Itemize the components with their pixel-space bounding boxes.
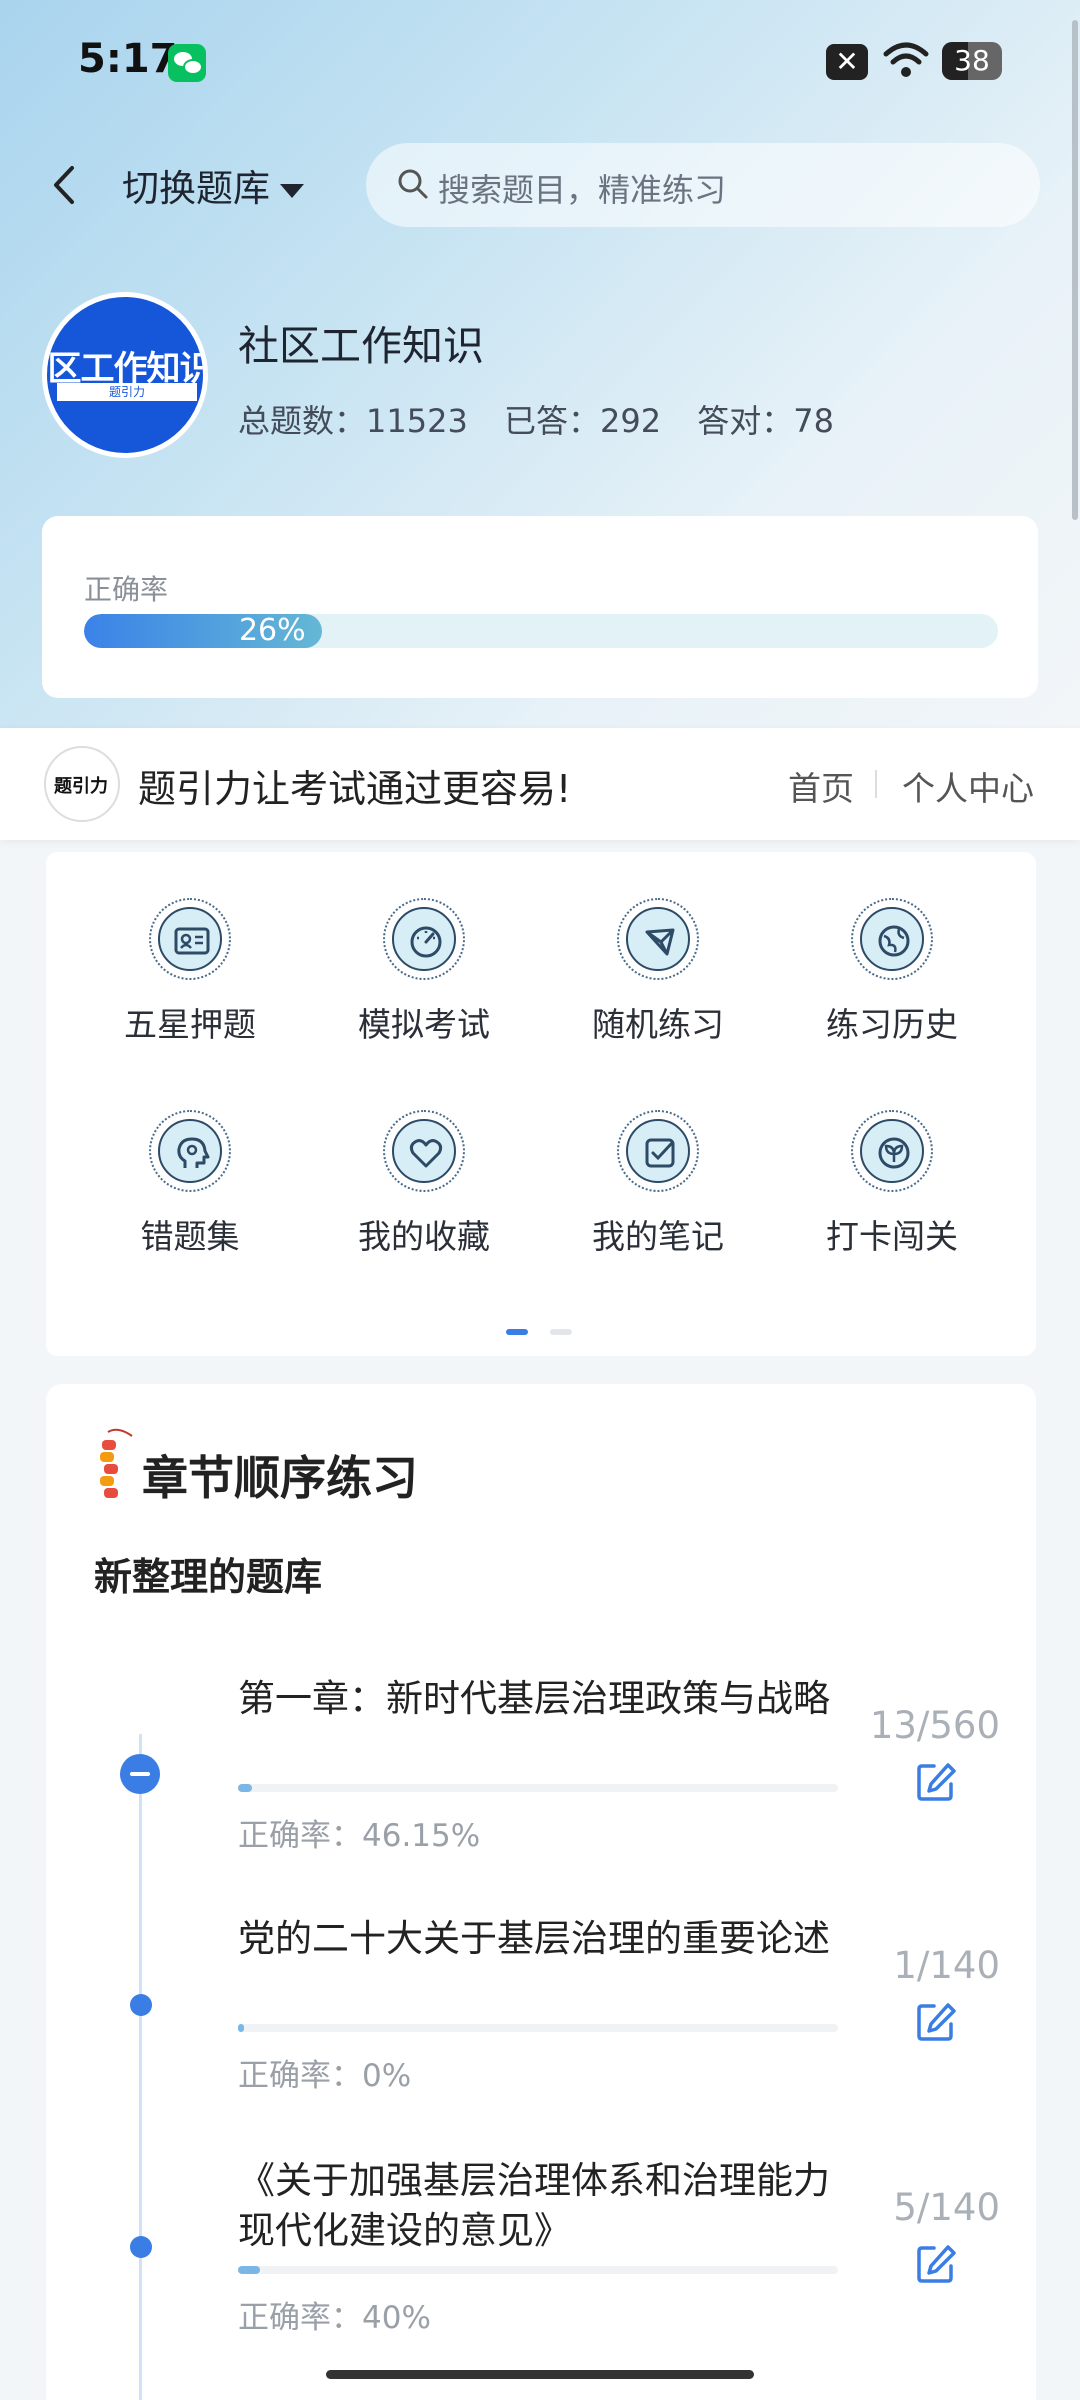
accuracy-progress-fill: 26%	[84, 614, 322, 648]
home-indicator[interactable]	[326, 2370, 754, 2379]
chapter-progress-bar	[238, 2024, 838, 2032]
menu-item-wrong-questions[interactable]: 错题集	[90, 1110, 290, 1258]
menu-label: 打卡闯关	[826, 1217, 958, 1256]
bank-stats: 总题数：11523 已答：292 答对：78	[238, 396, 860, 442]
menu-label: 我的笔记	[592, 1217, 724, 1256]
chapter-accuracy: 正确率：0%	[238, 2058, 412, 2094]
search-placeholder: 搜索题目，精准练习	[438, 171, 727, 209]
chapter-name: 党的二十大关于基层治理的重要论述	[238, 1917, 830, 1960]
timeline-node	[130, 2236, 152, 2258]
bank-subtitle-text: 新整理的题库	[94, 1555, 323, 1599]
page-dot	[550, 1329, 572, 1335]
chapter-count: 5/140	[893, 2186, 1000, 2229]
accuracy-card: 正确率 26%	[42, 516, 1038, 698]
menu-label: 错题集	[140, 1217, 240, 1256]
no-sim-icon: ✕	[826, 44, 868, 80]
menu-item-checkin[interactable]: 打卡闯关	[792, 1110, 992, 1258]
page-dot-active	[506, 1329, 528, 1335]
bank-subtitle: 新整理的题库	[94, 1546, 323, 1601]
chapter-accuracy: 正确率：40%	[238, 2300, 431, 2336]
menu-label: 模拟考试	[358, 1005, 490, 1044]
edit-icon[interactable]	[914, 2000, 958, 2044]
accuracy-label: 正确率	[84, 573, 169, 606]
menu-item-favorites[interactable]: 我的收藏	[324, 1110, 524, 1258]
edit-icon[interactable]	[914, 2242, 958, 2286]
search-input[interactable]: 搜索题目，精准练习	[366, 143, 1040, 227]
chapter-accuracy: 正确率：46.15%	[238, 1818, 481, 1854]
scrollbar[interactable]	[1072, 20, 1078, 520]
timeline-node	[130, 1994, 152, 2016]
sprout-icon	[851, 1110, 933, 1192]
chapter-name: 第一章：新时代基层治理政策与战略	[238, 1677, 830, 1720]
back-arrow-icon[interactable]	[40, 160, 90, 210]
brand-logo: 题引力	[44, 746, 120, 822]
menu-item-history[interactable]: 练习历史	[792, 898, 992, 1046]
menu-label: 五星押题	[124, 1005, 256, 1044]
brand-logo-text: 题引力	[54, 776, 108, 797]
bank-avatar: 区工作知识 题引力	[42, 292, 208, 458]
note-check-icon	[617, 1110, 699, 1192]
switch-bank-label: 切换题库	[122, 167, 270, 210]
chapter-section-title: 章节顺序练习	[142, 1451, 418, 1505]
status-bar: 5:17 ✕ 38	[0, 0, 1080, 130]
feature-menu: 五星押题 模拟考试 随机练习 练习历史 错题集 我的收藏 我的笔记 打卡闯关	[46, 852, 1036, 1356]
chapter-count: 1/140	[893, 1944, 1000, 1987]
search-icon	[398, 169, 428, 199]
menu-label: 练习历史	[826, 1005, 958, 1044]
heart-icon	[383, 1110, 465, 1192]
gauge-icon	[383, 898, 465, 980]
battery-icon: 38	[942, 42, 1002, 80]
globe-icon	[851, 898, 933, 980]
avatar-brand: 题引力	[57, 383, 197, 401]
avatar-title: 区工作知识	[47, 349, 208, 389]
chapter-name: 《关于加强基层治理体系和治理能力现代化建设的意见》	[238, 2159, 830, 2252]
chapter-row[interactable]: 党的二十大关于基层治理的重要论述 正确率：0% 1/140	[46, 1914, 1036, 2144]
switch-bank-dropdown[interactable]: 切换题库	[122, 158, 304, 212]
menu-item-five-star[interactable]: 五星押题	[90, 898, 290, 1046]
accuracy-progress-bar: 26%	[84, 614, 998, 648]
wechat-notification-icon	[168, 44, 206, 82]
menu-label: 随机练习	[592, 1005, 724, 1044]
bank-title: 社区工作知识	[238, 322, 484, 370]
chapter-progress-bar	[238, 1784, 838, 1792]
menu-item-random-practice[interactable]: 随机练习	[558, 898, 758, 1046]
chapter-row[interactable]: 第一章：新时代基层治理政策与战略 正确率：46.15% 13/560	[46, 1674, 1036, 1904]
answered-count: 已答：292	[503, 402, 662, 440]
menu-label: 我的收藏	[358, 1217, 490, 1256]
caret-down-icon	[280, 183, 304, 198]
random-icon	[617, 898, 699, 980]
wifi-icon	[883, 42, 929, 77]
chapter-row[interactable]: 《关于加强基层治理体系和治理能力现代化建设的意见》 正确率：40% 5/140	[46, 2156, 1036, 2386]
head-icon	[149, 1110, 231, 1192]
firecracker-icon	[100, 1428, 133, 1498]
id-card-icon	[149, 898, 231, 980]
nav-divider	[875, 770, 877, 798]
total-count: 总题数：11523	[238, 402, 468, 440]
menu-item-notes[interactable]: 我的笔记	[558, 1110, 758, 1258]
chapter-practice-card: 章节顺序练习 新整理的题库 第一章：新时代基层治理政策与战略 正确率：46.15…	[46, 1384, 1036, 2400]
edit-icon[interactable]	[914, 1760, 958, 1804]
battery-level: 38	[954, 44, 990, 77]
collapse-icon[interactable]	[120, 1754, 160, 1794]
correct-count: 答对：78	[697, 402, 834, 440]
brand-bar: 题引力 题引力让考试通过更容易! 首页 个人中心	[0, 728, 1080, 840]
menu-item-mock-exam[interactable]: 模拟考试	[324, 898, 524, 1046]
chapter-count: 13/560	[869, 1704, 1000, 1747]
brand-slogan: 题引力让考试通过更容易!	[138, 767, 572, 811]
nav-home-link[interactable]: 首页	[788, 762, 854, 810]
menu-page-indicator	[506, 1320, 594, 1339]
status-time: 5:17	[78, 36, 178, 82]
chapter-progress-bar	[238, 2266, 838, 2274]
nav-profile-link[interactable]: 个人中心	[902, 762, 1034, 810]
